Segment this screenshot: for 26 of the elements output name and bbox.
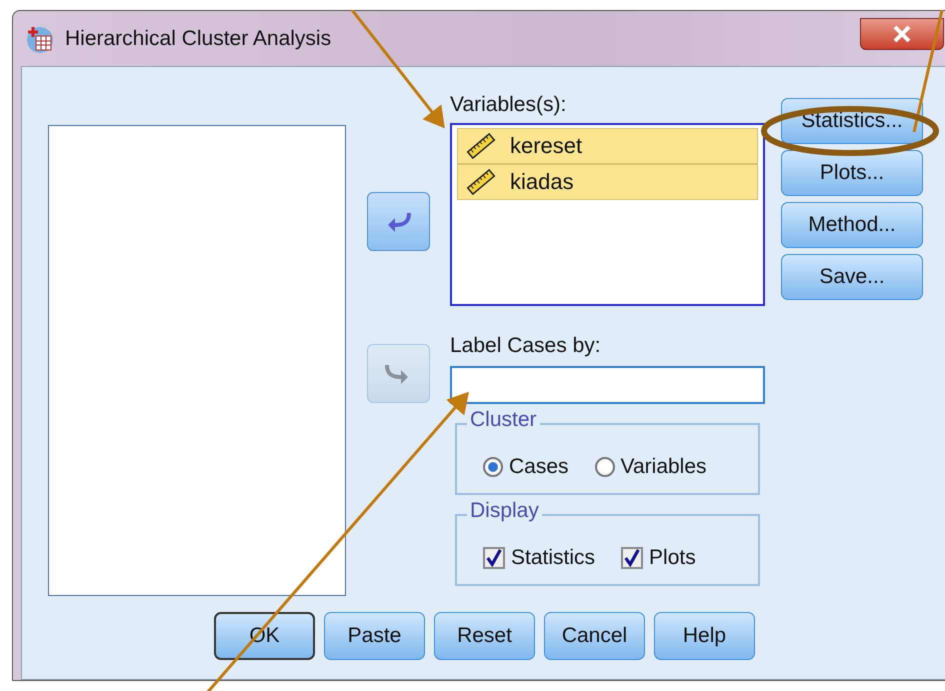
variable-item[interactable]: kiadas — [457, 164, 758, 200]
dialog-button[interactable]: Cancel — [544, 612, 645, 660]
close-icon — [892, 25, 912, 43]
dialog-button[interactable]: Plots... — [781, 150, 923, 196]
variables-list[interactable]: kereset kiadas — [450, 123, 765, 306]
checkbox[interactable] — [483, 547, 505, 569]
radio-label: Cases — [509, 455, 569, 479]
close-button[interactable] — [860, 18, 944, 50]
checkbox-label: Statistics — [511, 546, 596, 570]
label-cases-field[interactable] — [450, 366, 765, 404]
radio-button[interactable] — [483, 457, 503, 477]
dialog-button[interactable]: Save... — [781, 254, 923, 300]
radio-button[interactable] — [594, 457, 615, 477]
dialog-button[interactable]: Help — [654, 612, 755, 660]
window-title: Hierarchical Cluster Analysis — [65, 26, 332, 50]
dialog-button[interactable]: Method... — [781, 202, 923, 248]
checkbox-label: Plots — [649, 546, 696, 570]
dialog-button[interactable]: Paste — [324, 612, 425, 660]
checkbox[interactable] — [621, 547, 644, 569]
label-cases-label: Label Cases by: — [450, 334, 601, 359]
radio-label: Variables — [620, 455, 707, 479]
group-title: Display — [467, 499, 542, 523]
move-button[interactable] — [367, 192, 430, 251]
dialog-button[interactable]: Reset — [434, 612, 535, 660]
variable-item[interactable]: kereset — [457, 128, 758, 164]
variables-label: Variables(s): — [450, 93, 566, 118]
